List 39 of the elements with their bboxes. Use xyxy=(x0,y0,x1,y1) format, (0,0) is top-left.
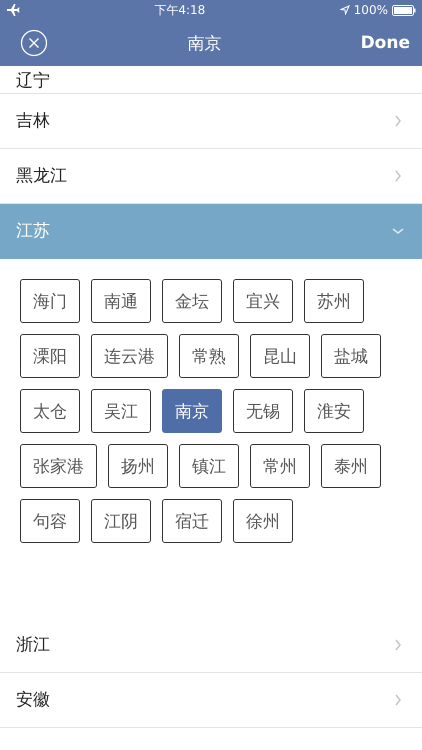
nav-title: 南京 xyxy=(187,32,222,54)
province-name: 吉林 xyxy=(16,110,50,133)
city-chip[interactable]: 盐城 xyxy=(321,334,381,378)
city-chip[interactable]: 宜兴 xyxy=(233,279,293,323)
city-chip[interactable]: 张家港 xyxy=(20,444,97,488)
location-arrow-icon xyxy=(340,5,350,15)
city-chip[interactable]: 江阴 xyxy=(91,499,151,543)
city-chip[interactable]: 无锡 xyxy=(233,389,293,433)
city-chip[interactable]: 徐州 xyxy=(233,499,293,543)
city-chip[interactable]: 苏州 xyxy=(304,279,364,323)
close-icon xyxy=(20,29,48,57)
battery-icon xyxy=(392,4,416,16)
city-chip[interactable]: 溧阳 xyxy=(20,334,80,378)
status-time: 下午4:18 xyxy=(154,2,206,18)
city-chip[interactable]: 昆山 xyxy=(250,334,310,378)
province-name: 浙江 xyxy=(16,634,50,657)
city-chip[interactable]: 镇江 xyxy=(179,444,239,488)
close-button[interactable] xyxy=(20,29,48,57)
city-chip[interactable]: 吴江 xyxy=(91,389,151,433)
city-chip[interactable]: 太仓 xyxy=(20,389,80,433)
battery-percent: 100% xyxy=(354,3,388,17)
province-name: 安徽 xyxy=(16,689,50,712)
city-chip[interactable]: 连云港 xyxy=(91,334,168,378)
city-chip[interactable]: 泰州 xyxy=(321,444,381,488)
city-chip[interactable]: 海门 xyxy=(20,279,80,323)
city-chip[interactable]: 常州 xyxy=(250,444,310,488)
city-chip[interactable]: 南京 xyxy=(162,389,222,433)
city-chip[interactable]: 金坛 xyxy=(162,279,222,323)
city-chip[interactable]: 扬州 xyxy=(108,444,168,488)
city-chip[interactable]: 宿迁 xyxy=(162,499,222,543)
city-chip[interactable]: 南通 xyxy=(91,279,151,323)
city-chip[interactable]: 淮安 xyxy=(304,389,364,433)
done-button[interactable]: Done xyxy=(360,33,410,53)
province-name: 黑龙江 xyxy=(16,165,67,188)
city-chip[interactable]: 句容 xyxy=(20,499,80,543)
province-name: 江苏 xyxy=(16,220,50,243)
province-name: 辽宁 xyxy=(16,70,50,93)
city-chip[interactable]: 常熟 xyxy=(179,334,239,378)
airplane-icon xyxy=(6,3,20,17)
